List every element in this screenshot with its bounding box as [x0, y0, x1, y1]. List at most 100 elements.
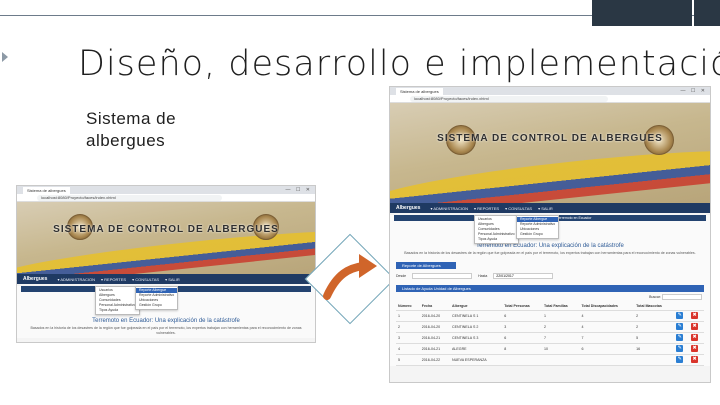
- main-navbar-2: Albergues ▾ ADMINISTRACION ▾ REPORTES ▾ …: [390, 203, 710, 213]
- edit-cell: ✎: [674, 354, 690, 366]
- top-dark-block: [592, 0, 692, 26]
- menu-item-gestion-grupo-2[interactable]: Gestión Grupo: [517, 232, 558, 237]
- search-input[interactable]: [662, 294, 702, 300]
- admin-dropdown-2: Usuarios Albergues Comunidades Personal …: [474, 215, 519, 244]
- date-filter-row: Desde Hasta 22/01/2017: [390, 269, 710, 283]
- nav-item-salir[interactable]: ▾ SALIR: [165, 277, 180, 282]
- edit-cell: ✎: [674, 321, 690, 333]
- table-header-row: Número Fecha Albergue Total Personas Tot…: [396, 302, 704, 311]
- nav-brand[interactable]: Albergues: [23, 276, 47, 282]
- screenshot-home: Sistema de albergues — ☐ ✕ localhost:808…: [16, 185, 316, 343]
- table-cell: 2: [542, 321, 580, 333]
- table-cell: 6: [502, 310, 543, 322]
- menu-item-tipos-ayuda-2[interactable]: Tipos Ayuda: [475, 237, 518, 242]
- table-cell: CENTINELA S 3: [449, 332, 503, 344]
- table-cell: 7: [579, 332, 635, 344]
- report-content: » Terremoto en Ecuador Usuarios Albergue…: [390, 215, 710, 366]
- banner-title-2: SISTEMA DE CONTROL DE ALBERGUES: [437, 133, 663, 144]
- menu-item-tipos-ayuda[interactable]: Tipos Ayuda: [96, 308, 139, 313]
- url-field[interactable]: localhost:8080/Proyecto/faces/index.xhtm…: [37, 195, 222, 201]
- table-row: 3 2016-04-21 CENTINELA S 3 6 7 7 5 ✎ ✖: [396, 332, 704, 344]
- address-bar-2: localhost:8080/Proyecto/faces/index.xhtm…: [390, 95, 710, 103]
- delete-cell: ✖: [689, 310, 704, 322]
- table-cell: 4: [579, 310, 635, 322]
- table-cell: 2: [396, 321, 420, 333]
- table-row: 2 2016-04-20 CENTINELA S 2 3 2 4 2 ✎ ✖: [396, 321, 704, 333]
- nav-item-administracion[interactable]: ▾ ADMINISTRACION: [57, 277, 95, 282]
- menu-item-gestion-grupo[interactable]: Gestión Grupo: [136, 303, 177, 308]
- delete-icon[interactable]: ✖: [691, 345, 699, 352]
- table-cell: [634, 354, 675, 366]
- delete-icon[interactable]: ✖: [691, 323, 699, 330]
- table-cell: [579, 354, 635, 366]
- admin-dropdown: Usuarios Albergues Comunidades Personal …: [95, 286, 140, 315]
- delete-icon[interactable]: ✖: [691, 334, 699, 341]
- to-label: Hasta: [478, 274, 488, 278]
- table-cell: 5: [634, 332, 675, 344]
- nav-item-salir-2[interactable]: ▾ SALIR: [538, 206, 553, 211]
- edit-icon[interactable]: ✎: [676, 345, 684, 352]
- to-date-input[interactable]: 22/01/2017: [493, 273, 554, 279]
- home-content: » Terremoto en Ecuador Usuarios Albergue…: [17, 286, 315, 338]
- delete-cell: ✖: [689, 343, 704, 355]
- edit-icon[interactable]: ✎: [676, 334, 684, 341]
- nav-item-administracion-2[interactable]: ▾ ADMINISTRACION: [430, 206, 468, 211]
- reports-dropdown-2: Reporte Albergue Reporte Administrativo …: [516, 215, 560, 239]
- nav-brand-2[interactable]: Albergues: [396, 205, 420, 211]
- table-cell: 2016-04-21: [419, 332, 450, 344]
- screenshot-report: Sistema de albergues — ☐ ✕ localhost:808…: [389, 86, 711, 383]
- left-triangle-marker: [2, 52, 8, 62]
- table-cell: 8: [502, 343, 543, 355]
- news-headline-2[interactable]: Terremoto en Ecuador: Una explicación de…: [390, 241, 710, 249]
- table-cell: 4: [396, 343, 420, 355]
- table-cell: 6: [502, 332, 543, 344]
- address-bar: localhost:8080/Proyecto/faces/index.xhtm…: [17, 194, 315, 202]
- col-albergue[interactable]: Albergue: [449, 302, 503, 311]
- url-field-2[interactable]: localhost:8080/Proyecto/faces/index.xhtm…: [410, 96, 609, 102]
- table-cell: 3: [502, 321, 543, 333]
- table-row: 1 2016-04-20 CENTINELA S 1 6 1 4 2 ✎ ✖: [396, 310, 704, 322]
- slide-subtitle: Sistema de albergues: [86, 109, 177, 150]
- delete-icon[interactable]: ✖: [691, 356, 699, 363]
- browser-tab-2[interactable]: Sistema de albergues: [396, 88, 443, 95]
- from-label: Desde: [396, 274, 407, 278]
- col-total-mascotas[interactable]: Total Mascotas: [634, 302, 675, 311]
- nav-item-reportes-2[interactable]: ▾ REPORTES: [474, 206, 499, 211]
- table-cell: 2016-04-22: [419, 354, 450, 366]
- edit-icon[interactable]: ✎: [676, 312, 684, 319]
- col-fecha[interactable]: Fecha: [419, 302, 450, 311]
- nav-item-consultas-2[interactable]: ▾ CONSULTAS: [505, 206, 532, 211]
- nav-item-reportes[interactable]: ▾ REPORTES: [101, 277, 126, 282]
- col-total-familias[interactable]: Total Familias: [542, 302, 580, 311]
- edit-icon[interactable]: ✎: [676, 356, 684, 363]
- delete-cell: ✖: [689, 332, 704, 344]
- table-cell: 2: [634, 310, 675, 322]
- news-headline[interactable]: Terremoto en Ecuador: Una explicación de…: [17, 316, 315, 324]
- browser-tab-bar: Sistema de albergues — ☐ ✕: [17, 186, 315, 194]
- shelters-table: Número Fecha Albergue Total Personas Tot…: [396, 302, 704, 366]
- table-cell: 3: [396, 332, 420, 344]
- banner-2: SISTEMA DE CONTROL DE ALBERGUES: [390, 103, 710, 203]
- search-label: Buscar:: [649, 294, 662, 299]
- table-cell: CENTINELA S 1: [449, 310, 503, 322]
- table-cell: CENTINELA S 2: [449, 321, 503, 333]
- col-total-personas[interactable]: Total Personas: [502, 302, 543, 311]
- delete-icon[interactable]: ✖: [691, 312, 699, 319]
- table-cell: 1: [542, 310, 580, 322]
- from-date-input[interactable]: [412, 273, 473, 279]
- table-cell: 4: [579, 321, 635, 333]
- window-controls[interactable]: — ☐ ✕: [286, 187, 312, 193]
- banner: SISTEMA DE CONTROL DE ALBERGUES: [17, 202, 315, 274]
- table-cell: 10: [542, 343, 580, 355]
- window-controls-2[interactable]: — ☐ ✕: [681, 88, 707, 94]
- table-cell: NUEVA ESPERANZA: [449, 354, 503, 366]
- nav-item-consultas[interactable]: ▾ CONSULTAS: [132, 277, 159, 282]
- news-paragraph-2: Basados en la historia de los desastres …: [404, 251, 696, 255]
- browser-tab[interactable]: Sistema de albergues: [23, 187, 70, 194]
- edit-icon[interactable]: ✎: [676, 323, 684, 330]
- col-numero[interactable]: Número: [396, 302, 420, 311]
- col-total-discapacidades[interactable]: Total Discapacidades: [579, 302, 635, 311]
- table-cell: 1: [396, 310, 420, 322]
- table-cell: ALEGRE: [449, 343, 503, 355]
- main-navbar: Albergues ▾ ADMINISTRACION ▾ REPORTES ▾ …: [17, 274, 315, 284]
